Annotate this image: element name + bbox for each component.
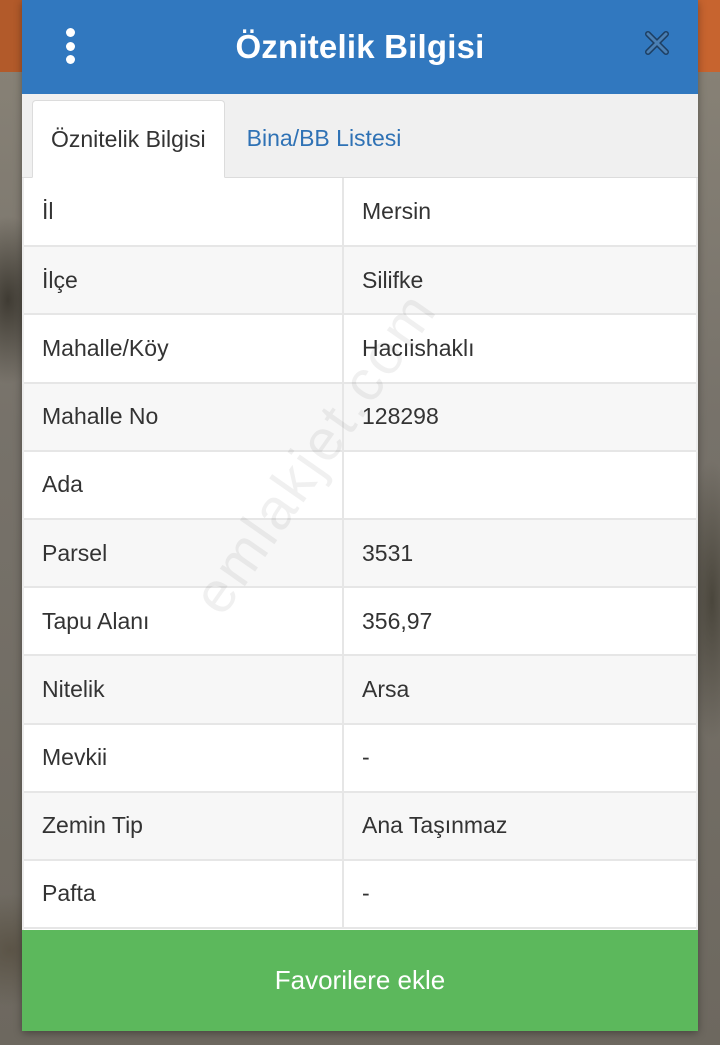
attribute-key: Parsel <box>24 518 344 589</box>
table-row: İlçe Silifke <box>24 246 696 316</box>
attribute-key: Zemin Tip <box>24 791 344 861</box>
dialog-title: Öznitelik Bilgisi <box>235 28 485 65</box>
attribute-value <box>343 450 696 520</box>
table-row: Zemin Tip Ana Taşınmaz <box>24 791 696 861</box>
tab-building-list[interactable]: Bina/BB Listesi <box>225 99 420 177</box>
attribute-value: - <box>343 859 696 930</box>
attribute-key: Nitelik <box>24 655 344 725</box>
dialog-header: Öznitelik Bilgisi <box>22 0 698 94</box>
tab-attribute-info[interactable]: Öznitelik Bilgisi <box>32 100 225 178</box>
map-edge-right <box>698 0 720 72</box>
attribute-table-container: İl Mersin İlçe Silifke Mahalle/Köy Hacıishakl… <box>22 178 698 930</box>
table-row: Mahalle/Köy Hacıishaklı <box>24 314 696 384</box>
table-row: Ada <box>24 450 696 520</box>
attribute-key: Tapu Alanı <box>24 587 344 657</box>
attribute-key: Mahalle/Köy <box>24 314 344 384</box>
table-row: Mahalle No 128298 <box>24 382 696 452</box>
attribute-key: İlçe <box>24 246 344 316</box>
attribute-value: Arsa <box>343 655 696 725</box>
table-row: İl Mersin <box>24 178 696 248</box>
more-vertical-icon[interactable] <box>60 26 80 66</box>
attribute-value: 356,97 <box>343 587 696 657</box>
attribute-key: İl <box>24 178 344 248</box>
table-row: Parsel 3531 <box>24 518 696 589</box>
attribute-value: 128298 <box>343 382 696 452</box>
attribute-key: Ada <box>24 450 344 520</box>
table-row: Mevkii - <box>24 723 696 793</box>
tab-bar: Öznitelik Bilgisi Bina/BB Listesi <box>22 94 698 178</box>
attribute-key: Pafta <box>24 859 344 930</box>
close-icon[interactable] <box>642 28 672 58</box>
add-to-favorites-button[interactable]: Favorilere ekle <box>22 930 698 1031</box>
table-row: Pafta - <box>24 859 696 930</box>
map-edge-left <box>0 0 22 72</box>
attribute-value: Silifke <box>343 246 696 316</box>
attribute-table: İl Mersin İlçe Silifke Mahalle/Köy Hacıishakl… <box>24 178 696 930</box>
table-row: Tapu Alanı 356,97 <box>24 587 696 657</box>
attribute-key: Mahalle No <box>24 382 344 452</box>
attribute-value: Hacıishaklı <box>343 314 696 384</box>
table-row: Nitelik Arsa <box>24 655 696 725</box>
attribute-value: 3531 <box>343 518 696 589</box>
attribute-info-dialog: Öznitelik Bilgisi Öznitelik Bilgisi Bina… <box>22 0 698 1031</box>
attribute-key: Mevkii <box>24 723 344 793</box>
attribute-value: - <box>343 723 696 793</box>
attribute-value: Mersin <box>343 178 696 248</box>
attribute-value: Ana Taşınmaz <box>343 791 696 861</box>
